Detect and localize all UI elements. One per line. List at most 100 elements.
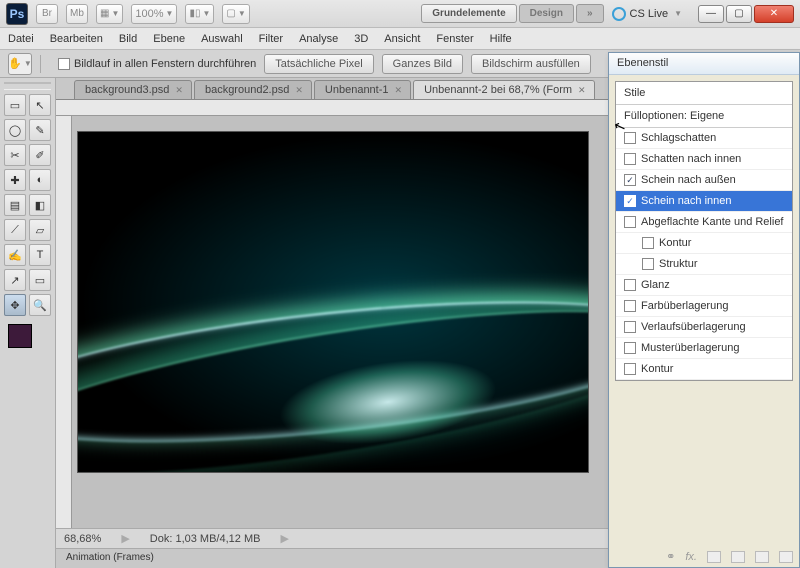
style-checkbox[interactable] [642,237,654,249]
tool-13[interactable]: T [29,244,51,266]
view-extras-btn[interactable]: ▦▼ [96,4,123,24]
tool-5[interactable]: ✐ [29,144,51,166]
menu-datei[interactable]: Datei [8,33,34,45]
menu-bild[interactable]: Bild [119,33,137,45]
document-tab[interactable]: background2.psd✕ [194,80,312,99]
menu-auswahl[interactable]: Auswahl [201,33,243,45]
blend-options-row[interactable]: Fülloptionen: Eigene [616,105,792,128]
style-checkbox[interactable] [624,321,636,333]
foreground-swatch[interactable] [8,324,32,348]
tool-12[interactable]: ✍ [4,244,26,266]
tab-close-icon[interactable]: ✕ [395,85,403,96]
styles-header[interactable]: Stile [616,82,792,105]
scroll-all-windows-checkbox[interactable]: Bildlauf in allen Fenstern durchführen [58,58,256,70]
style-checkbox[interactable] [624,132,636,144]
dialog-footer-icons: ⚭ fx. [666,550,793,563]
folder-icon[interactable] [755,551,769,563]
tool-9[interactable]: ◧ [29,194,51,216]
bridge-btn[interactable]: Br [36,4,58,24]
style-item[interactable]: Schatten nach innen [616,149,792,170]
tool-16[interactable]: ✥ [4,294,26,316]
tool-6[interactable]: ✚ [4,169,26,191]
workspace-active[interactable]: Grundelemente [421,4,516,23]
style-checkbox[interactable]: ✓ [624,174,636,186]
tool-3[interactable]: ✎ [29,119,51,141]
color-swatches[interactable] [8,324,48,364]
mask-icon[interactable] [707,551,721,563]
tab-close-icon[interactable]: ✕ [295,85,303,96]
canvas[interactable] [78,132,588,472]
tool-1[interactable]: ↖ [29,94,51,116]
style-checkbox[interactable] [624,216,636,228]
menu-ansicht[interactable]: Ansicht [384,33,420,45]
style-item[interactable]: Farbüberlagerung [616,296,792,317]
document-tab[interactable]: background3.psd✕ [74,80,192,99]
style-label: Kontur [659,237,691,249]
title-bar: Ps Br Mb ▦▼ 100%▼ ▮▯▼ ▢▼ Grundelemente D… [0,0,800,28]
style-checkbox[interactable]: ✓ [624,195,636,207]
fit-screen-button[interactable]: Ganzes Bild [382,54,463,74]
style-item[interactable]: Kontur [616,359,792,380]
actual-pixels-button[interactable]: Tatsächliche Pixel [264,54,373,74]
close-button[interactable]: ✕ [754,5,794,23]
tab-close-icon[interactable]: ✕ [578,85,586,96]
dialog-title[interactable]: Ebenenstil [609,53,799,75]
tool-14[interactable]: ↗ [4,269,26,291]
cslive-menu[interactable]: CS Live▼ [612,7,682,21]
style-label: Verlaufsüberlagerung [641,321,746,333]
style-item[interactable]: ✓Schein nach außen [616,170,792,191]
tab-close-icon[interactable]: ✕ [175,85,183,96]
zoom-level[interactable]: 100%▼ [131,4,177,24]
tool-8[interactable]: ▤ [4,194,26,216]
tool-4[interactable]: ✂ [4,144,26,166]
minibridge-btn[interactable]: Mb [66,4,88,24]
menu-3d[interactable]: 3D [354,33,368,45]
link-icon[interactable]: ⚭ [666,550,675,563]
hand-tool-icon[interactable]: ✋▼ [8,53,32,75]
screenmode-btn[interactable]: ▢▼ [222,4,249,24]
style-checkbox[interactable] [624,342,636,354]
tool-11[interactable]: ▱ [29,219,51,241]
fx-icon[interactable]: fx. [685,551,697,563]
style-item[interactable]: Struktur [616,254,792,275]
adjustment-icon[interactable] [731,551,745,563]
style-item[interactable]: Schlagschatten [616,128,792,149]
menu-ebene[interactable]: Ebene [153,33,185,45]
tool-7[interactable]: ◐ [29,169,51,191]
style-checkbox[interactable] [624,363,636,375]
style-item[interactable]: Glanz [616,275,792,296]
minimize-button[interactable]: — [698,5,724,23]
style-item[interactable]: Kontur [616,233,792,254]
style-checkbox[interactable] [624,153,636,165]
style-item[interactable]: Musterüberlagerung [616,338,792,359]
fill-screen-button[interactable]: Bildschirm ausfüllen [471,54,591,74]
workspace-design[interactable]: Design [519,4,574,23]
menu-fenster[interactable]: Fenster [436,33,473,45]
style-item[interactable]: Abgeflachte Kante und Relief [616,212,792,233]
window-controls: — ▢ ✕ [698,5,794,23]
tool-17[interactable]: 🔍 [29,294,51,316]
menu-hilfe[interactable]: Hilfe [490,33,512,45]
tool-2[interactable]: ◯ [4,119,26,141]
toolbox-grip[interactable] [4,82,51,90]
ruler-vertical[interactable] [56,116,72,528]
style-checkbox[interactable] [642,258,654,270]
document-tab[interactable]: Unbenannt-2 bei 68,7% (Form✕ [413,80,595,99]
status-zoom[interactable]: 68,68% [64,533,101,545]
maximize-button[interactable]: ▢ [726,5,752,23]
style-checkbox[interactable] [624,279,636,291]
document-tab[interactable]: Unbenannt-1✕ [314,80,411,99]
tool-0[interactable]: ▭ [4,94,26,116]
menu-analyse[interactable]: Analyse [299,33,338,45]
menu-bearbeiten[interactable]: Bearbeiten [50,33,103,45]
menu-filter[interactable]: Filter [259,33,283,45]
workspace-more[interactable]: » [576,4,604,23]
style-item[interactable]: ✓Schein nach innen [616,191,792,212]
tool-15[interactable]: ▭ [29,269,51,291]
style-checkbox[interactable] [624,300,636,312]
style-item[interactable]: Verlaufsüberlagerung [616,317,792,338]
status-doc-size[interactable]: Dok: 1,03 MB/4,12 MB [150,533,261,545]
arrange-btn[interactable]: ▮▯▼ [185,4,214,24]
new-icon[interactable] [779,551,793,563]
tool-10[interactable]: ⟋ [4,219,26,241]
